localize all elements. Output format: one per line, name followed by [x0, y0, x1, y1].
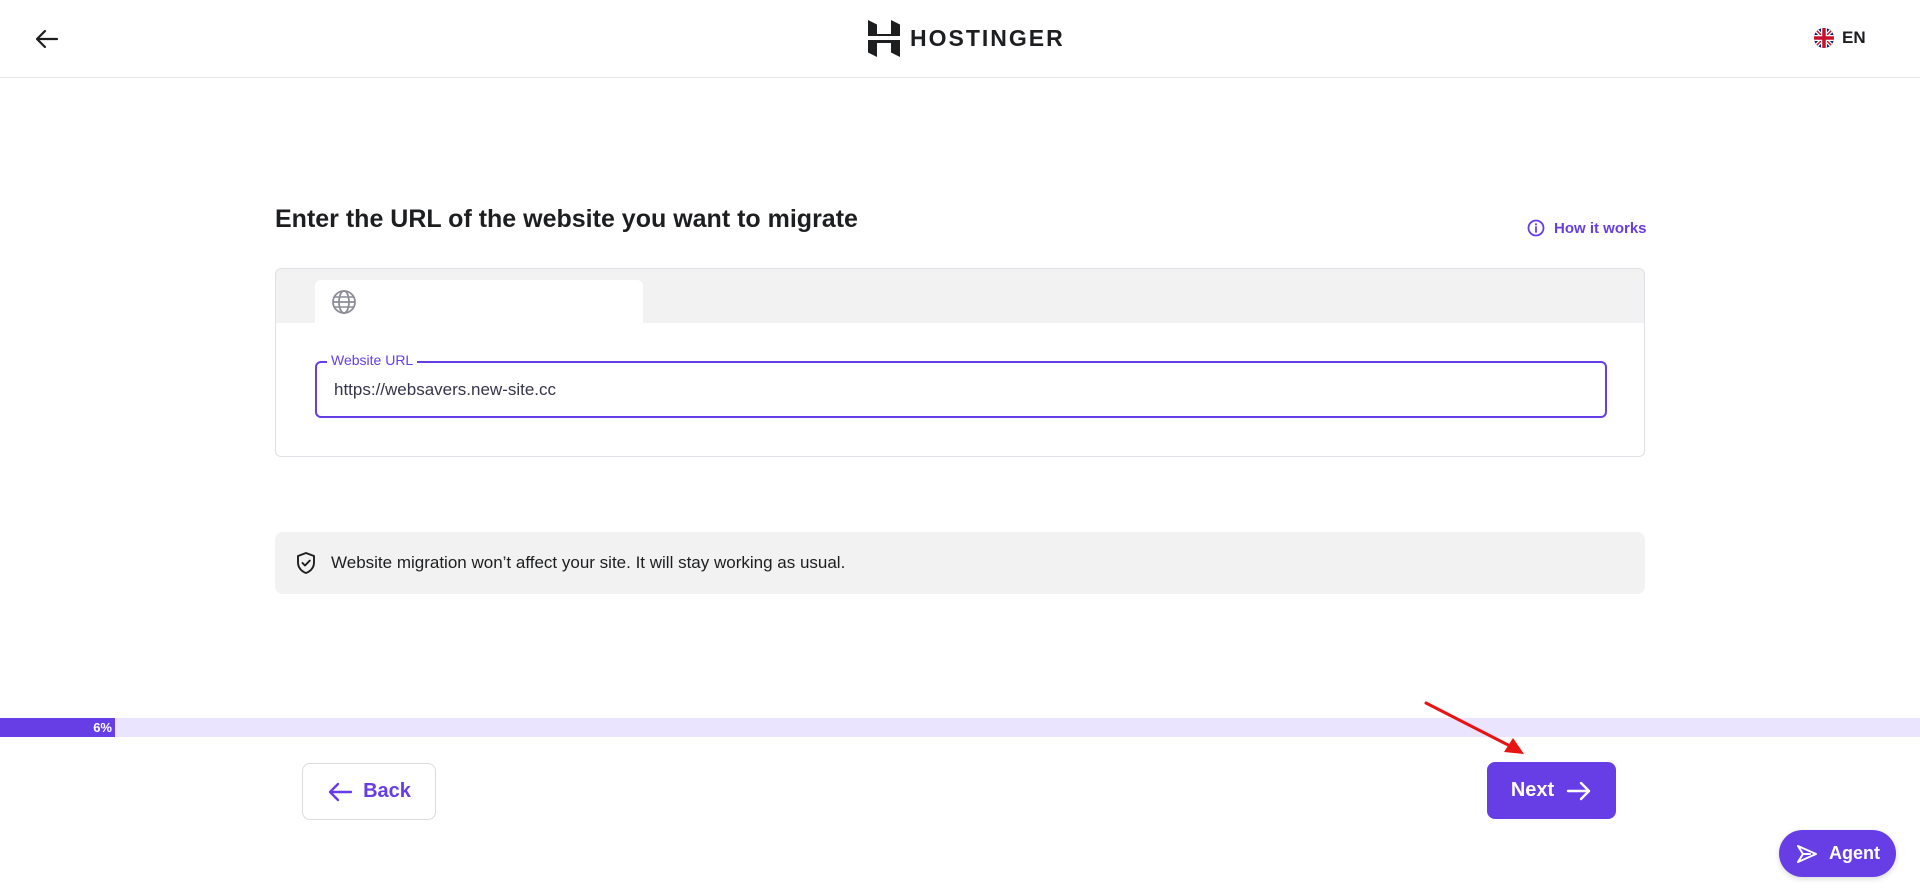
website-url-field[interactable]: Website URL	[315, 352, 1607, 418]
website-url-input[interactable]	[317, 363, 1605, 416]
tab-url-entry[interactable]	[315, 280, 643, 323]
arrow-left-icon	[328, 782, 353, 801]
top-header: HOSTINGER EN	[0, 0, 1920, 78]
url-input-card: Website URL	[275, 268, 1645, 457]
back-button[interactable]: Back	[302, 763, 436, 820]
how-it-works-link[interactable]: How it works	[1527, 219, 1647, 237]
back-arrow-button[interactable]	[32, 24, 62, 54]
notice-text: Website migration won’t affect your site…	[331, 553, 846, 572]
arrow-right-icon	[1566, 781, 1591, 800]
logo-text: HOSTINGER	[910, 24, 1065, 51]
next-button-label: Next	[1510, 779, 1555, 801]
agent-button[interactable]: Agent	[1779, 830, 1896, 877]
globe-icon	[332, 289, 356, 314]
language-selector[interactable]: EN	[1814, 25, 1866, 51]
info-icon	[1527, 219, 1545, 237]
hostinger-logo[interactable]: HOSTINGER	[868, 19, 1065, 57]
url-card-tab-strip	[276, 269, 1644, 323]
agent-button-label: Agent	[1829, 843, 1880, 863]
migration-notice: Website migration won’t affect your site…	[275, 532, 1645, 594]
agent-sparkle-icon	[1797, 844, 1817, 863]
back-button-label: Back	[363, 780, 411, 802]
next-button[interactable]: Next	[1487, 762, 1616, 819]
arrow-left-icon	[35, 29, 59, 49]
how-it-works-label: How it works	[1554, 219, 1647, 237]
uk-flag-icon	[1814, 28, 1834, 48]
page-title: Enter the URL of the website you want to…	[275, 205, 858, 233]
progress-label: 6%	[93, 720, 112, 735]
hostinger-mark-icon	[868, 19, 900, 57]
progress-bar: 6%	[0, 718, 1920, 737]
shield-check-icon	[297, 552, 315, 574]
language-code: EN	[1842, 28, 1866, 47]
progress-fill: 6%	[0, 718, 115, 737]
